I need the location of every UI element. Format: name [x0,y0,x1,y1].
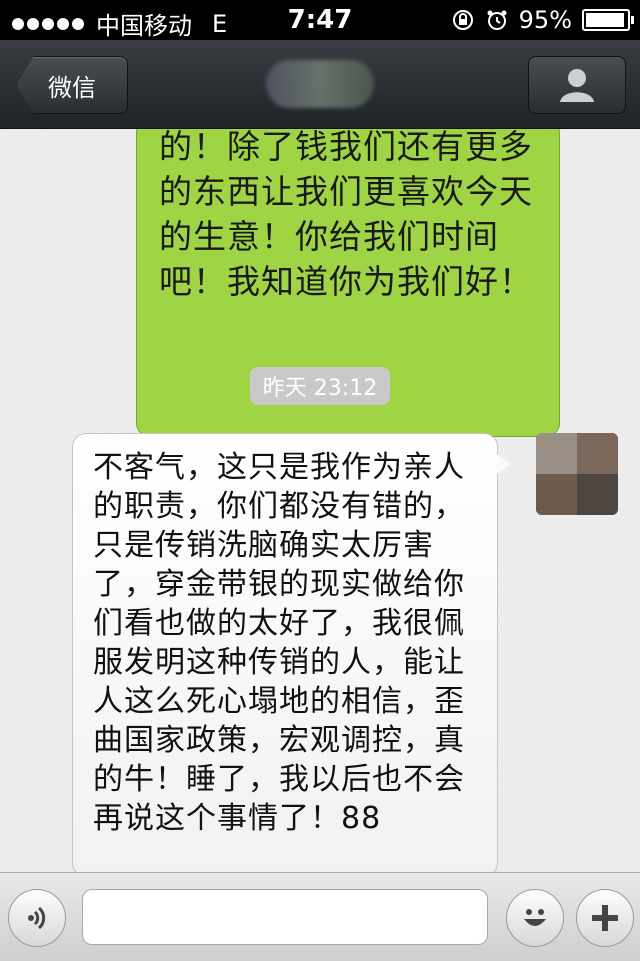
smiley-icon [524,909,546,926]
battery-percent: 95% [518,6,572,34]
emoji-button[interactable] [506,889,564,947]
profile-button[interactable] [528,56,626,114]
plus-icon [592,905,618,931]
input-bar [0,872,640,961]
status-right: 95% [451,6,634,34]
contact-name-blurred [266,60,374,108]
chat-area[interactable]: 的！除了钱我们还有更多的东西让我们更喜欢今天的生意！你给我们时间吧！我知道你为我… [0,129,640,872]
message-timestamp: 昨天 23:12 [250,367,390,405]
voice-button[interactable] [8,889,66,947]
avatar[interactable] [536,433,618,515]
sent-message-text: 的！除了钱我们还有更多的东西让我们更喜欢今天的生意！你给我们时间吧！我知道你为我… [159,129,533,301]
back-button[interactable]: 微信 [16,56,128,114]
status-bar: 中国移动 E 7:47 95% [0,0,640,40]
received-message-text: 不客气，这只是我作为亲人的职责，你们都没有错的，只是传销洗脑确实太厉害了，穿金带… [93,450,465,836]
battery-fill [586,13,624,27]
person-icon [560,69,594,102]
rotation-lock-icon [452,10,473,30]
voice-icon [28,906,46,930]
message-input[interactable] [82,889,488,945]
received-message-bubble[interactable]: 不客气，这只是我作为亲人的职责，你们都没有错的，只是传销洗脑确实太厉害了，穿金带… [72,433,511,872]
alarm-icon [487,10,507,30]
plus-button[interactable] [576,889,634,947]
battery-icon [582,9,634,31]
nav-bar: 微信 [0,40,640,129]
back-button-label: 微信 [48,73,96,102]
